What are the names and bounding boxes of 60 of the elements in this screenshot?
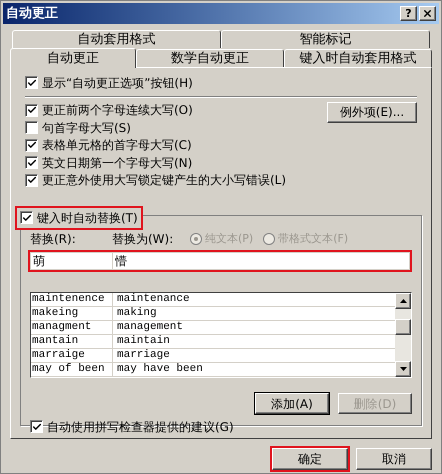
check-icon <box>26 175 36 186</box>
check-icon <box>26 78 36 88</box>
table-cell: maintenence <box>31 293 113 306</box>
option-label: 句首字母大写(S) <box>42 120 131 137</box>
checkbox[interactable] <box>25 121 38 134</box>
table-cell: may of been <box>31 363 113 376</box>
up-arrow-icon <box>400 299 406 303</box>
table-cell: makeing <box>31 307 113 320</box>
check-icon <box>32 422 42 432</box>
close-button[interactable] <box>419 6 436 21</box>
option-label: 英文日期第一个字母大写(N) <box>42 154 192 172</box>
option-label: 更正意外使用大写锁定键产生的大小写错误(L) <box>42 172 286 190</box>
table-cell-text: making <box>116 307 158 320</box>
option-label: 表格单元格的首字母大写(C) <box>42 137 192 154</box>
checkbox[interactable] <box>25 104 38 117</box>
tab[interactable]: 数学自动更正 <box>136 49 284 67</box>
radio-label: 纯文本(P) <box>205 230 254 247</box>
checkbox[interactable] <box>25 138 38 152</box>
checkbox[interactable] <box>20 211 33 224</box>
checkbox[interactable] <box>25 174 38 187</box>
replace-label: 替换(R): <box>30 231 77 248</box>
table-cell-text: may have been <box>116 363 204 376</box>
check-icon <box>26 140 36 150</box>
option-label: 显示“自动更正选项”按钮(H) <box>42 74 193 92</box>
checkbox[interactable] <box>25 76 38 90</box>
window-title: 自动更正 <box>6 4 59 23</box>
replace-field[interactable]: 萌 <box>31 253 113 269</box>
table-cell: marraige <box>31 349 113 362</box>
check-icon <box>26 158 36 168</box>
down-arrow-icon <box>400 367 406 371</box>
add-button[interactable]: 添加(A) <box>255 393 329 414</box>
dialog-button[interactable]: 取消 <box>356 448 432 470</box>
tab[interactable]: 智能标记 <box>221 30 430 48</box>
replace-with-label: 替换为(W): <box>112 231 174 248</box>
table-cell-text: maintain <box>116 335 171 348</box>
check-icon <box>26 105 36 116</box>
exceptions-button[interactable]: 例外项(E)... <box>327 102 417 122</box>
scroll-up-button[interactable] <box>395 293 411 309</box>
table-cell-text: marriage <box>116 349 171 362</box>
replace-with-field[interactable]: 懵 <box>113 253 409 269</box>
help-button[interactable]: ? <box>400 6 417 21</box>
table-cell: managment <box>31 321 113 334</box>
close-icon <box>422 8 433 19</box>
radio-label: 带格式文本(F) <box>278 230 348 247</box>
checkbox[interactable] <box>30 420 43 434</box>
tab[interactable]: 键入时自动套用格式 <box>284 49 432 67</box>
tab[interactable]: 自动套用格式 <box>12 30 221 48</box>
scroll-thumb[interactable] <box>395 319 411 335</box>
table-cell-text: management <box>116 321 184 334</box>
table-cell-text: maintenance <box>116 293 191 306</box>
option-label: 键入时自动替换(T) <box>37 210 138 227</box>
checkbox[interactable] <box>25 156 38 170</box>
check-icon <box>22 212 32 223</box>
table-cell: mantain <box>31 335 113 348</box>
option-label: 更正前两个字母连续大写(O) <box>42 102 193 120</box>
scroll-down-button[interactable] <box>395 361 411 377</box>
scrollbar[interactable] <box>395 293 411 377</box>
dialog-button[interactable]: 确定 <box>272 448 348 470</box>
option-label: 自动使用拼写检查器提供的建议(G) <box>47 418 234 436</box>
tab[interactable]: 自动更正 <box>10 48 136 68</box>
